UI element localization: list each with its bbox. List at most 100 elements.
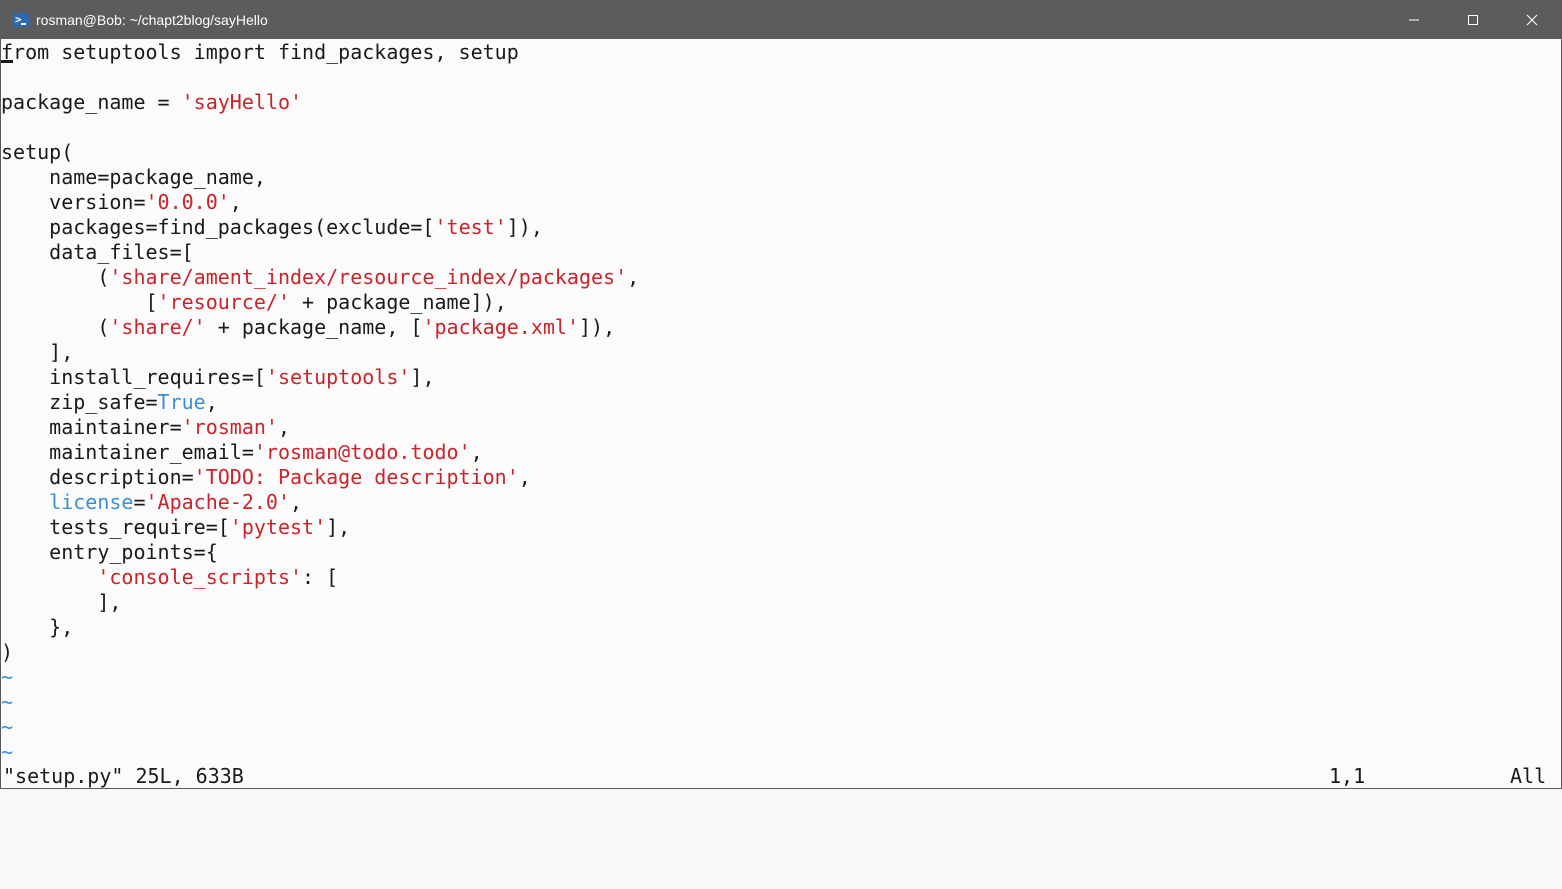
code-token: version=	[1, 190, 146, 214]
code-line: entry_points={	[1, 540, 1561, 565]
code-token: maintainer_email=	[1, 440, 254, 464]
code-token: },	[1, 615, 74, 639]
maximize-icon	[1467, 15, 1478, 25]
code-token: ],	[1, 590, 122, 614]
string-token: 'rosman'	[181, 415, 278, 439]
code-line: maintainer='rosman',	[1, 415, 1561, 440]
string-token: 'sayHello'	[181, 90, 303, 114]
code-token: ],	[1, 340, 74, 364]
code-token: [	[1, 290, 158, 314]
code-token: install_requires=[	[1, 365, 266, 389]
string-token: 'package.xml'	[422, 315, 579, 339]
code-line: },	[1, 615, 1561, 640]
code-token: ]),	[579, 315, 616, 339]
code-token: ,	[205, 390, 218, 414]
code-line: from setuptools import find_packages, se…	[1, 40, 1561, 65]
code-token: tests_require=[	[1, 515, 230, 539]
boolean-token: True	[157, 390, 206, 414]
code-token: ,	[229, 190, 242, 214]
code-line: packages=find_packages(exclude=['test'])…	[1, 215, 1561, 240]
code-line: name=package_name,	[1, 165, 1561, 190]
code-line: data_files=[	[1, 240, 1561, 265]
code-token: ,	[470, 440, 483, 464]
code-token: ]),	[506, 215, 543, 239]
vim-editor-buffer[interactable]: from setuptools import find_packages, se…	[1, 40, 1561, 764]
string-token: 'share/ament_index/resource_index/packag…	[109, 265, 628, 289]
code-token: setup(	[1, 140, 74, 164]
string-token: 'Apache-2.0'	[145, 490, 291, 514]
code-line: ],	[1, 590, 1561, 615]
code-token: ,	[627, 265, 640, 289]
code-token: (	[1, 265, 110, 289]
empty-buffer-line: ~	[1, 665, 14, 689]
window-title: rosman@Bob: ~/chapt2blog/sayHello	[36, 12, 268, 28]
code-line: ('share/' + package_name, ['package.xml'…	[1, 315, 1561, 340]
title-bar[interactable]: > rosman@Bob: ~/chapt2blog/sayHello	[1, 1, 1561, 39]
close-icon	[1526, 14, 1537, 26]
code-token: : [	[302, 565, 339, 589]
code-token: ,	[277, 415, 290, 439]
empty-buffer-line: ~	[1, 740, 14, 764]
string-token: 'TODO: Package description'	[193, 465, 519, 489]
string-token: 'console_scripts'	[97, 565, 303, 589]
code-line: description='TODO: Package description',	[1, 465, 1561, 490]
code-line: maintainer_email='rosman@todo.todo',	[1, 440, 1561, 465]
code-token: )	[1, 640, 14, 664]
empty-buffer-line: ~	[1, 690, 14, 714]
string-token: 'pytest'	[229, 515, 327, 539]
code-line: 'console_scripts': [	[1, 565, 1561, 590]
code-line: zip_safe=True,	[1, 390, 1561, 415]
code-token: ,	[290, 490, 303, 514]
code-token: packages=find_packages(exclude=[	[1, 215, 435, 239]
code-token: ,	[518, 465, 531, 489]
code-token: name=package_name,	[1, 165, 266, 189]
code-token: from setuptools import find_packages, se…	[1, 40, 519, 64]
string-token: 'rosman@todo.todo'	[253, 440, 471, 464]
builtin-token: license	[49, 490, 134, 514]
empty-buffer-line: ~	[1, 715, 14, 739]
string-token: 'resource/'	[157, 290, 290, 314]
code-token: ],	[326, 515, 351, 539]
code-token: description=	[1, 465, 194, 489]
code-line: ['resource/' + package_name]),	[1, 290, 1561, 315]
code-token: data_files=[	[1, 240, 194, 264]
code-line: ],	[1, 340, 1561, 365]
cursor-position: 1,1	[1329, 764, 1366, 788]
file-info: "setup.py" 25L, 633B	[3, 764, 244, 788]
terminal-window: > rosman@Bob: ~/chapt2blog/sayHello from…	[0, 0, 1562, 789]
scroll-indicator: All	[1510, 764, 1547, 788]
code-line: tests_require=['pytest'],	[1, 515, 1561, 540]
string-token: '0.0.0'	[145, 190, 230, 214]
window-controls	[1384, 1, 1561, 39]
code-token: ],	[410, 365, 435, 389]
code-line: setup(	[1, 140, 1561, 165]
code-token: (	[1, 315, 110, 339]
code-token: + package_name, [	[205, 315, 423, 339]
minimize-button[interactable]	[1384, 1, 1443, 39]
code-token: =	[133, 490, 146, 514]
string-token: 'share/'	[109, 315, 206, 339]
code-token: zip_safe=	[1, 390, 158, 414]
maximize-button[interactable]	[1443, 1, 1502, 39]
code-line: version='0.0.0',	[1, 190, 1561, 215]
string-token: 'test'	[434, 215, 507, 239]
code-token: maintainer=	[1, 415, 182, 439]
vim-status-line: "setup.py" 25L, 633B 1,1 All	[1, 764, 1561, 789]
code-line: )	[1, 640, 1561, 665]
code-token: package_name =	[1, 90, 182, 114]
string-token: 'setuptools'	[265, 365, 411, 389]
code-line: ('share/ament_index/resource_index/packa…	[1, 265, 1561, 290]
powershell-terminal-icon: >	[13, 13, 29, 27]
code-token: entry_points={	[1, 540, 218, 564]
code-line: install_requires=['setuptools'],	[1, 365, 1561, 390]
code-line: license='Apache-2.0',	[1, 490, 1561, 515]
minimize-icon	[1408, 19, 1419, 21]
code-token: + package_name]),	[290, 290, 507, 314]
code-line: package_name = 'sayHello'	[1, 90, 1561, 115]
close-button[interactable]	[1502, 1, 1561, 39]
text-cursor	[1, 60, 13, 63]
